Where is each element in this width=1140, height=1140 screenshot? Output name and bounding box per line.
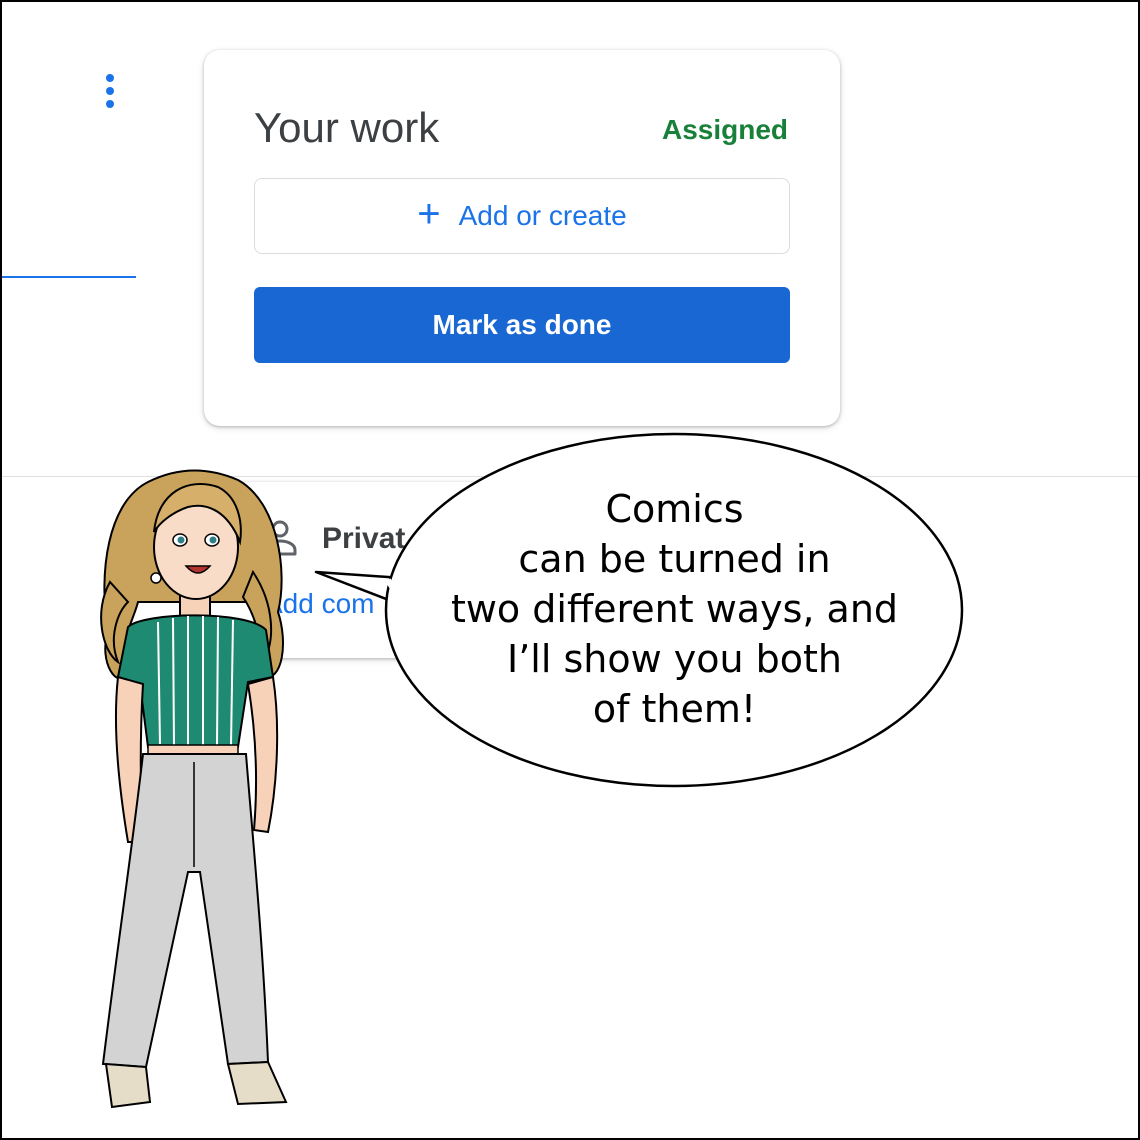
speech-line: can be turned in <box>518 537 831 581</box>
your-work-card: Your work Assigned + Add or create Mark … <box>204 50 840 426</box>
speech-text: Comics can be turned in two different wa… <box>422 484 927 734</box>
tab-indicator <box>2 276 136 278</box>
speech-line: I’ll show you both <box>506 637 843 681</box>
status-badge: Assigned <box>661 114 788 145</box>
speech-line: two different ways, and <box>450 587 899 631</box>
comic-panel: Your work Assigned + Add or create Mark … <box>0 0 1140 1140</box>
more-options-icon[interactable] <box>102 72 118 112</box>
cartoon-teacher-character <box>100 469 288 1109</box>
your-work-title: Your work <box>254 104 440 151</box>
add-or-create-label: Add or create <box>458 200 627 231</box>
speech-line: Comics <box>605 487 744 531</box>
add-or-create-button[interactable]: + Add or create <box>254 178 790 254</box>
plus-icon: + <box>417 192 441 236</box>
speech-line: of them! <box>592 687 757 731</box>
mark-as-done-button[interactable]: Mark as done <box>254 287 790 363</box>
